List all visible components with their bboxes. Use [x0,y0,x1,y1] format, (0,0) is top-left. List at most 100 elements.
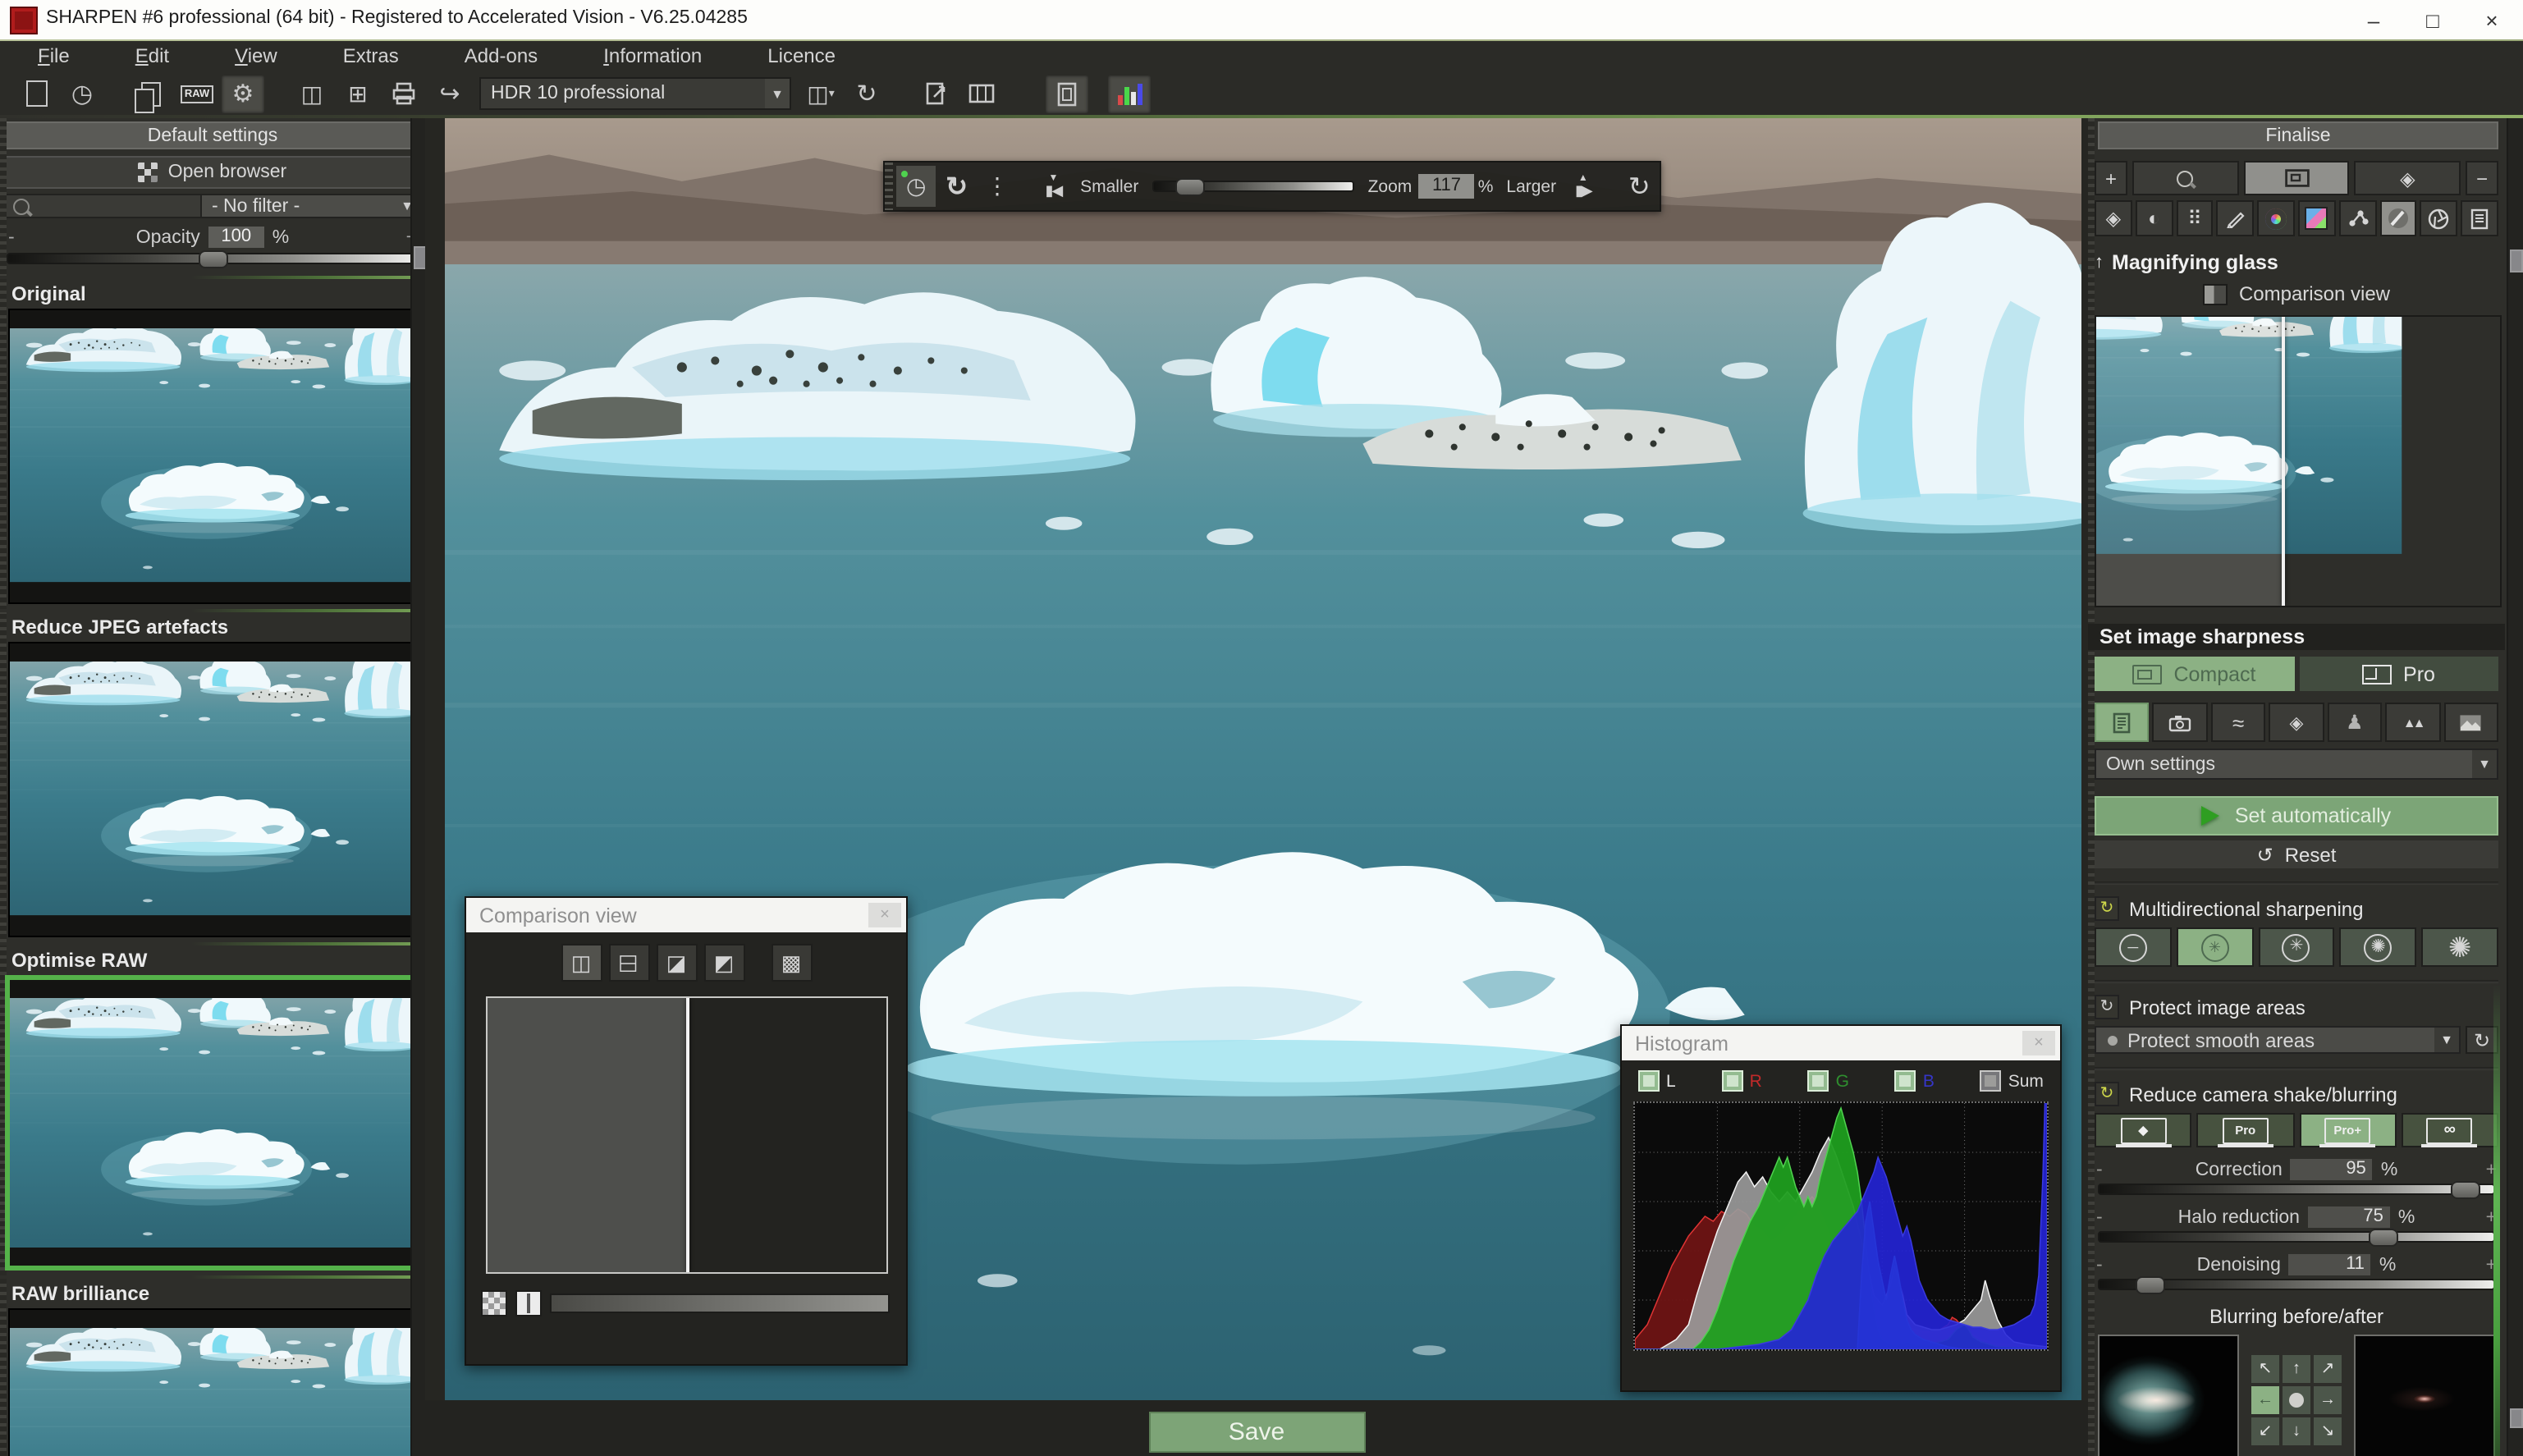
new-project-icon[interactable] [15,75,57,112]
denoising-slider[interactable] [2098,1279,2495,1290]
sharpen-preset-mountains-icon[interactable]: ▲▲ [2385,703,2440,742]
print-icon[interactable] [382,75,425,112]
save-button[interactable]: Save [1148,1412,1365,1453]
split-view-icon[interactable]: ◫ [291,75,333,112]
comparison-image[interactable] [485,996,887,1274]
preset-reduce-jpeg[interactable]: Reduce JPEG artefacts [0,609,425,937]
export-icon[interactable] [914,75,957,112]
multi-view-icon[interactable]: ⊞ [337,75,379,112]
opacity-minus[interactable]: - [8,227,15,247]
halo-slider[interactable] [2098,1231,2495,1243]
multidirectional-reset-icon[interactable]: ↻ [2095,896,2119,921]
sharpen-preset-portrait-icon[interactable]: ♟ [2327,703,2382,742]
preset-thumbnail[interactable] [8,309,417,604]
maximize-button[interactable]: □ [2408,3,2457,36]
correction-slider-thumb[interactable] [2451,1180,2480,1198]
menu-extras[interactable]: Extras [343,43,399,70]
zoom-slider-thumb[interactable] [1174,177,1204,195]
sharpen-preset-camera-icon[interactable] [2153,703,2208,742]
split-diagonal-icon[interactable]: ◪ [656,944,697,982]
menu-file[interactable]: File [38,43,70,70]
shake-reset-icon[interactable]: ↻ [2095,1082,2119,1106]
open-image-icon[interactable]: ◷ [61,75,103,112]
options-dots-icon[interactable]: ⋮ [977,166,1017,207]
magnifying-glass-section[interactable]: ↑ Magnifying glass [2095,251,2498,274]
toolbar-grip[interactable] [885,163,893,210]
arrow-down-right[interactable]: ↘ [2314,1417,2342,1445]
fit-to-screen-icon[interactable]: ▼▮◀ [1033,166,1074,207]
expert-diamond-button[interactable]: ◈ [2355,161,2461,195]
denoising-minus[interactable]: - [2096,1255,2103,1275]
menu-information[interactable]: Information [603,43,702,70]
split-divider[interactable] [2282,317,2284,606]
arrow-down[interactable]: ↓ [2283,1417,2310,1445]
minimize-button[interactable]: – [2349,3,2398,36]
right-scrollbar[interactable] [2507,118,2523,1456]
split-vertical-icon[interactable]: ◫ [561,944,602,982]
protect-areas-dropdown[interactable]: Protect smooth areas ▼ [2095,1026,2461,1054]
sharpen-direction-2-icon[interactable]: ✳ [2177,927,2254,967]
compare-original-icon[interactable]: ◷ [896,166,936,207]
contrast-filter-icon[interactable]: ◐ [2136,200,2173,236]
channel-g-checkbox[interactable]: G [1808,1070,1849,1092]
arrow-down-left[interactable]: ↙ [2251,1417,2279,1445]
remove-filter-button[interactable]: − [2466,161,2498,195]
grid-compare-icon[interactable]: ▩ [771,944,812,982]
menu-edit[interactable]: Edit [135,43,169,70]
background-checker-icon[interactable] [481,1290,507,1316]
settings-gears-icon[interactable]: ⚙ [222,75,264,112]
correction-minus[interactable]: - [2096,1160,2103,1179]
arrow-up-left[interactable]: ↖ [2251,1355,2279,1383]
split-horizontal-icon[interactable]: ◫ [608,944,649,982]
arrow-left[interactable]: ← [2251,1386,2279,1414]
split-position-icon[interactable] [515,1290,542,1316]
preset-optimise-raw[interactable]: Optimise RAW [0,942,425,1271]
channel-r-checkbox[interactable]: R [1722,1070,1762,1092]
channel-sum-checkbox[interactable]: Sum [1980,1070,2044,1092]
preset-search-input[interactable] [5,194,202,218]
close-icon[interactable]: × [2022,1031,2055,1055]
right-scrollbar-bottom[interactable] [2510,1408,2523,1428]
split-diagonal-alt-icon[interactable]: ◩ [703,944,744,982]
magnifier-preview[interactable] [2095,315,2502,607]
raw-settings-icon[interactable]: RAW [176,75,218,112]
tab-pro[interactable]: Pro [2299,657,2498,691]
preview-mode-button[interactable] [2243,161,2349,195]
arrow-up-right[interactable]: ↗ [2314,1355,2342,1383]
left-scrollbar[interactable] [410,118,425,1456]
add-filter-button[interactable]: + [2095,161,2127,195]
arrow-up[interactable]: ↑ [2283,1355,2310,1383]
panorama-icon[interactable] [960,75,1003,112]
shake-mode-basic-icon[interactable]: ◆ [2095,1113,2192,1147]
zoom-slider[interactable] [1152,181,1354,192]
preset-raw-brilliance[interactable]: RAW brilliance [0,1275,425,1456]
aperture-icon[interactable] [2420,200,2458,236]
sharpen-preset-water-icon[interactable]: ≈ [2211,703,2266,742]
halo-minus[interactable]: - [2096,1207,2103,1227]
crop-rotate-icon[interactable]: ↻ [1619,166,1660,207]
shake-mode-pro-icon[interactable]: Pro [2197,1113,2295,1147]
split-divider[interactable] [686,998,689,1272]
preset-dropdown[interactable]: HDR 10 professional ▼ [479,77,791,110]
retouch-brush-icon[interactable] [2379,200,2417,236]
histogram-toggle-icon[interactable] [1108,75,1151,112]
filter-dropdown[interactable]: - No filter - ▼ [202,194,420,218]
menu-view[interactable]: View [235,43,277,70]
right-scrollbar-thumb[interactable] [2510,250,2523,272]
set-automatically-button[interactable]: Set automatically [2095,796,2498,836]
pen-tool-icon[interactable] [2217,200,2255,236]
halo-value[interactable]: 75 [2308,1206,2390,1228]
nodes-icon[interactable] [2339,200,2377,236]
report-doc-icon[interactable] [2461,200,2498,236]
tab-compact[interactable]: Compact [2095,657,2294,691]
denoising-slider-thumb[interactable] [2136,1275,2165,1293]
zoom-100-icon[interactable]: ▲▮▶ [1563,166,1603,207]
shake-mode-infinity-icon[interactable]: ∞ [2402,1113,2499,1147]
arrow-right[interactable]: → [2314,1386,2342,1414]
zoom-value[interactable]: 117 [1418,174,1474,199]
share-icon[interactable]: ↪ [428,75,471,112]
center-dot[interactable] [2283,1386,2310,1414]
refresh-icon[interactable]: ↻ [936,166,977,207]
layout-icon[interactable]: ◫▾ [799,75,842,112]
correction-slider[interactable] [2098,1184,2495,1195]
